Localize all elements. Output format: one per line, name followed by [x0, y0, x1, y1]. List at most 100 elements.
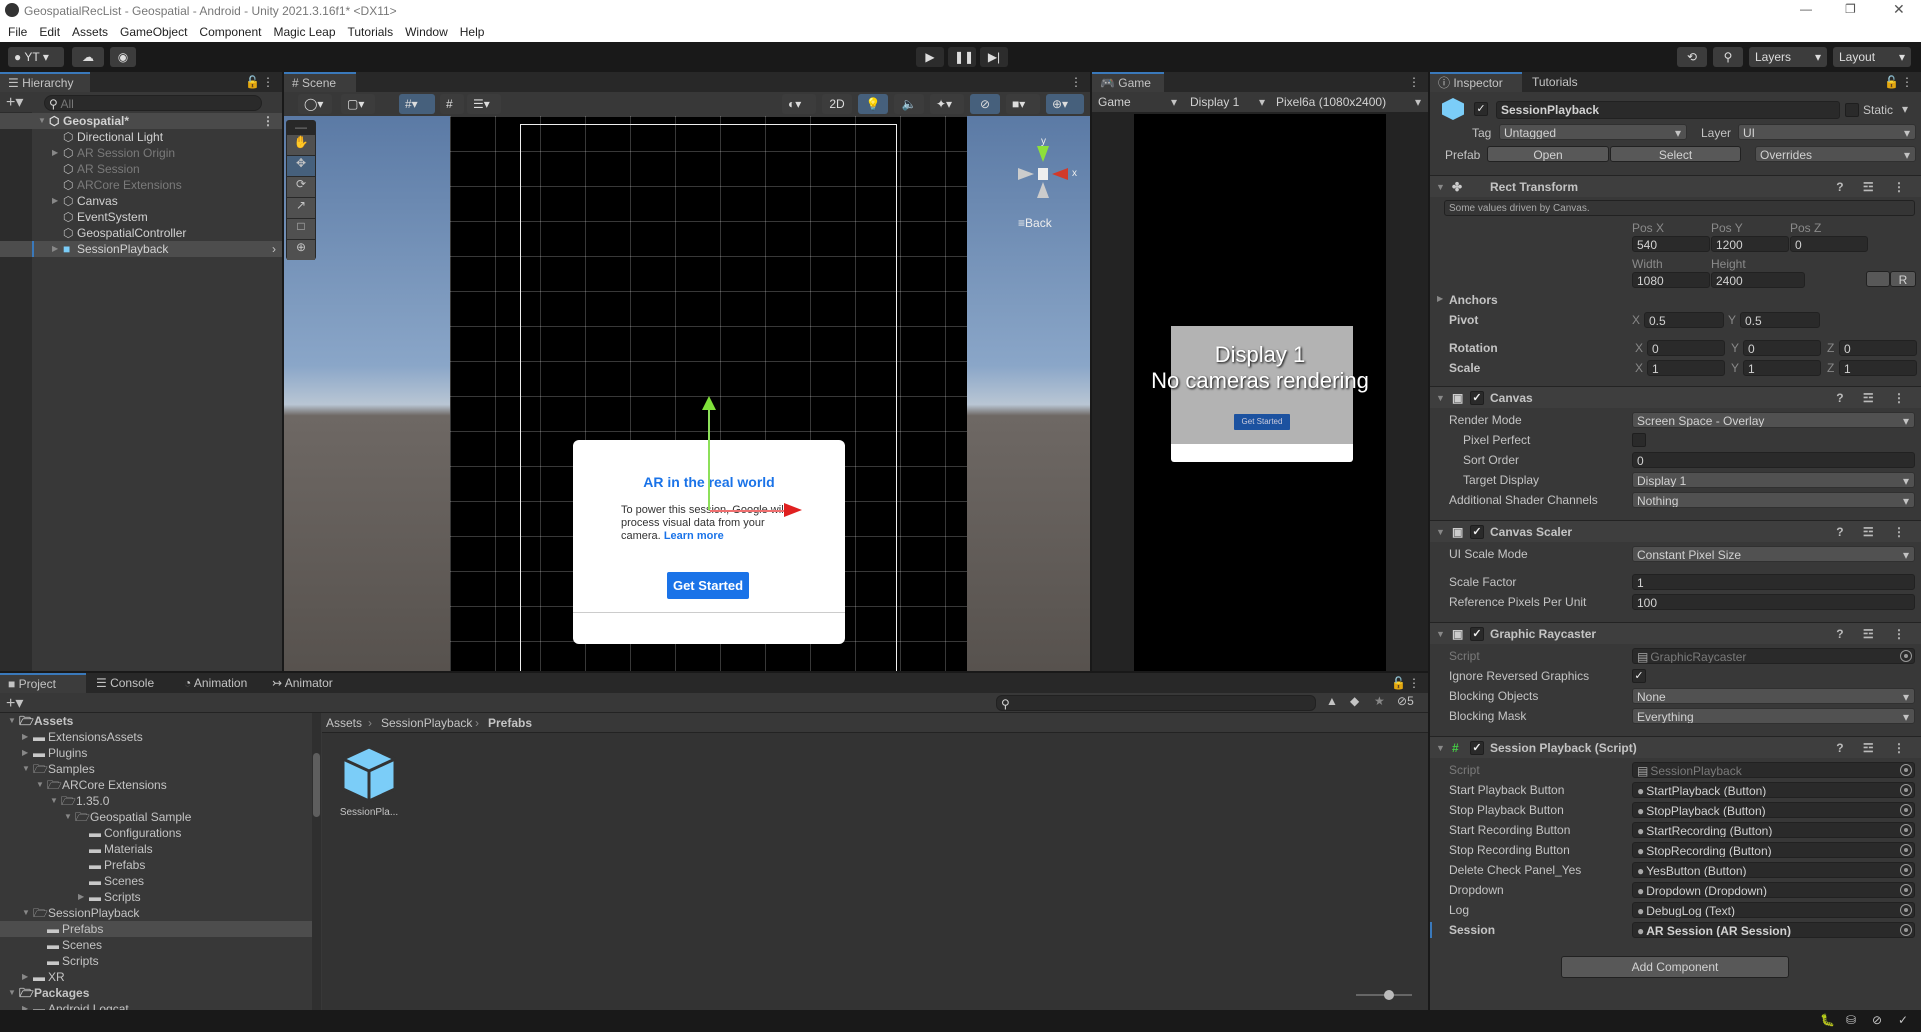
- object-field[interactable]: ● StartRecording (Button): [1632, 822, 1915, 838]
- object-field[interactable]: ● Dropdown (Dropdown): [1632, 882, 1915, 898]
- hierarchy-item[interactable]: ⬡ Directional Light: [0, 129, 282, 145]
- component-header[interactable]: ▼ ✤ Rect Transform ? ☲ ⋮: [1430, 175, 1921, 197]
- folder-item[interactable]: ▶ ▬ Android Logcat: [0, 1001, 312, 1010]
- component-header[interactable]: ▼ ▣ ✓ Canvas ? ☲ ⋮: [1430, 386, 1921, 408]
- increment-snap-dropdown[interactable]: ☰▾: [467, 94, 501, 114]
- dropdown-field[interactable]: Constant Pixel Size: [1632, 546, 1915, 562]
- folder-item[interactable]: ▼ 🗁 Assets: [0, 713, 312, 729]
- draw-mode-dropdown[interactable]: ◯▾: [298, 94, 332, 114]
- object-picker-icon[interactable]: [1900, 784, 1912, 796]
- gizmo-x-cone-icon[interactable]: [1052, 168, 1068, 180]
- rotate-tool[interactable]: ⟳: [287, 177, 315, 197]
- collapse-arrow-icon[interactable]: ▶: [22, 969, 28, 985]
- folder-item[interactable]: ▬ Configurations: [0, 825, 312, 841]
- collapse-arrow-icon[interactable]: ▶: [52, 193, 58, 209]
- scene-viewport[interactable]: AR in the real world To power this sessi…: [284, 116, 1090, 671]
- play-button[interactable]: ▶: [916, 47, 944, 67]
- folder-item[interactable]: ▬ Scripts: [0, 953, 312, 969]
- checkbox[interactable]: ✓: [1632, 669, 1646, 683]
- folder-item[interactable]: ▼ 🗁 Geospatial Sample: [0, 809, 312, 825]
- layers-dropdown[interactable]: Layers ▾: [1749, 47, 1827, 67]
- asset-item[interactable]: SessionPla...: [334, 745, 404, 825]
- pivot-y-field[interactable]: 0.5: [1740, 312, 1820, 328]
- favorite-icon[interactable]: ★: [1374, 694, 1385, 708]
- breadcrumb-prefabs[interactable]: Prefabs: [488, 716, 532, 730]
- number-field[interactable]: 100: [1632, 594, 1915, 610]
- snap-toggle[interactable]: #: [440, 94, 464, 114]
- filter-by-type-icon[interactable]: ▲: [1326, 694, 1338, 708]
- dropdown-field[interactable]: Display 1: [1632, 472, 1915, 488]
- maximize-button[interactable]: ❐: [1845, 2, 1856, 16]
- tab-animation[interactable]: ◔ Animation: [176, 673, 262, 693]
- number-field[interactable]: 0: [1632, 452, 1915, 468]
- layer-dropdown[interactable]: UI: [1738, 124, 1916, 140]
- menu-help[interactable]: Help: [460, 25, 485, 39]
- foldout-arrow-icon[interactable]: ▼: [1436, 176, 1445, 198]
- height-field[interactable]: 2400: [1711, 272, 1805, 288]
- menu-gameobject[interactable]: GameObject: [120, 25, 187, 39]
- component-enabled-checkbox[interactable]: ✓: [1470, 741, 1484, 755]
- expand-arrow-icon[interactable]: ▼: [8, 985, 16, 1001]
- dropdown-field[interactable]: Nothing: [1632, 492, 1915, 508]
- collapse-arrow-icon[interactable]: ▶: [52, 241, 58, 257]
- account-dropdown[interactable]: ● YT ▾: [8, 47, 64, 67]
- static-checkbox[interactable]: [1845, 103, 1859, 117]
- pause-button[interactable]: ❚❚: [948, 47, 976, 67]
- gizmos-dropdown[interactable]: ⊕▾: [1046, 94, 1084, 114]
- expand-arrow-icon[interactable]: ▼: [22, 761, 30, 777]
- collapse-arrow-icon[interactable]: ▶: [52, 145, 58, 161]
- hierarchy-item[interactable]: ⬡ ARCore Extensions: [0, 177, 282, 193]
- raw-edit-button[interactable]: R: [1890, 271, 1916, 287]
- audio-toggle[interactable]: 🔈: [894, 94, 924, 114]
- tab-console[interactable]: ☰ Console: [88, 673, 174, 693]
- breadcrumb-assets[interactable]: Assets: [326, 716, 362, 730]
- tab-game[interactable]: 🎮 Game: [1092, 72, 1164, 92]
- object-picker-icon[interactable]: [1900, 764, 1912, 776]
- blueprint-mode-button[interactable]: [1866, 271, 1890, 287]
- y-arrow-icon[interactable]: [702, 396, 716, 410]
- step-button[interactable]: ▶|: [980, 47, 1008, 67]
- tree-scrollbar[interactable]: [312, 713, 321, 1010]
- more-menu-icon[interactable]: ⋮: [1408, 676, 1420, 690]
- pos-z-field[interactable]: 0: [1790, 236, 1868, 252]
- more-menu-icon[interactable]: ⋮: [1408, 75, 1420, 89]
- x-arrow-icon[interactable]: [784, 503, 802, 517]
- folder-item[interactable]: ▶ ▬ Plugins: [0, 745, 312, 761]
- rotation-y-field[interactable]: 0: [1743, 340, 1821, 356]
- folder-item[interactable]: ▬ Scenes: [0, 873, 312, 889]
- component-actions[interactable]: ? ☲ ⋮: [1836, 623, 1913, 645]
- tab-hierarchy[interactable]: ☰ Hierarchy: [0, 72, 90, 92]
- pos-y-field[interactable]: 1200: [1711, 236, 1789, 252]
- menu-window[interactable]: Window: [405, 25, 448, 39]
- folder-item[interactable]: ▼ 🗁 ARCore Extensions: [0, 777, 312, 793]
- object-picker-icon[interactable]: [1900, 650, 1912, 662]
- filter-by-label-icon[interactable]: ◆: [1350, 694, 1359, 708]
- folder-item[interactable]: ▼ 🗁 1.35.0: [0, 793, 312, 809]
- hidden-objects-toggle[interactable]: ⊘: [970, 94, 1000, 114]
- folder-item[interactable]: ▶ ▬ ExtensionsAssets: [0, 729, 312, 745]
- collapse-arrow-icon[interactable]: ▶: [22, 745, 28, 761]
- layout-dropdown[interactable]: Layout ▾: [1833, 47, 1911, 67]
- foldout-arrow-icon[interactable]: ▶: [1437, 294, 1443, 303]
- scale-z-field[interactable]: 1: [1839, 360, 1917, 376]
- dropdown-field[interactable]: None: [1632, 688, 1915, 704]
- move-tool[interactable]: ✥: [287, 156, 315, 176]
- transform-tool[interactable]: ⊕: [287, 240, 315, 260]
- progress-check-icon[interactable]: ✓: [1898, 1013, 1908, 1027]
- expand-arrow-icon[interactable]: ▼: [50, 793, 58, 809]
- hierarchy-item[interactable]: ⬡ EventSystem: [0, 209, 282, 225]
- grid-toggle[interactable]: #▾: [399, 94, 435, 114]
- object-name-input[interactable]: SessionPlayback: [1496, 101, 1840, 119]
- object-picker-icon[interactable]: [1900, 824, 1912, 836]
- create-button[interactable]: +▾: [6, 92, 23, 112]
- folder-item[interactable]: ▼ 🗁 SessionPlayback: [0, 905, 312, 921]
- hierarchy-item[interactable]: ▶ ⬡ Canvas: [0, 193, 282, 209]
- prefab-overrides-dropdown[interactable]: Overrides: [1755, 146, 1916, 162]
- foldout-arrow-icon[interactable]: ▼: [1436, 521, 1445, 543]
- pos-x-field[interactable]: 540: [1632, 236, 1710, 252]
- folder-item[interactable]: ▬ Prefabs: [0, 857, 312, 873]
- component-actions[interactable]: ? ☲ ⋮: [1836, 387, 1913, 409]
- object-picker-icon[interactable]: [1900, 844, 1912, 856]
- folder-item[interactable]: ▬ Prefabs: [0, 921, 312, 937]
- object-field[interactable]: ● StartPlayback (Button): [1632, 782, 1915, 798]
